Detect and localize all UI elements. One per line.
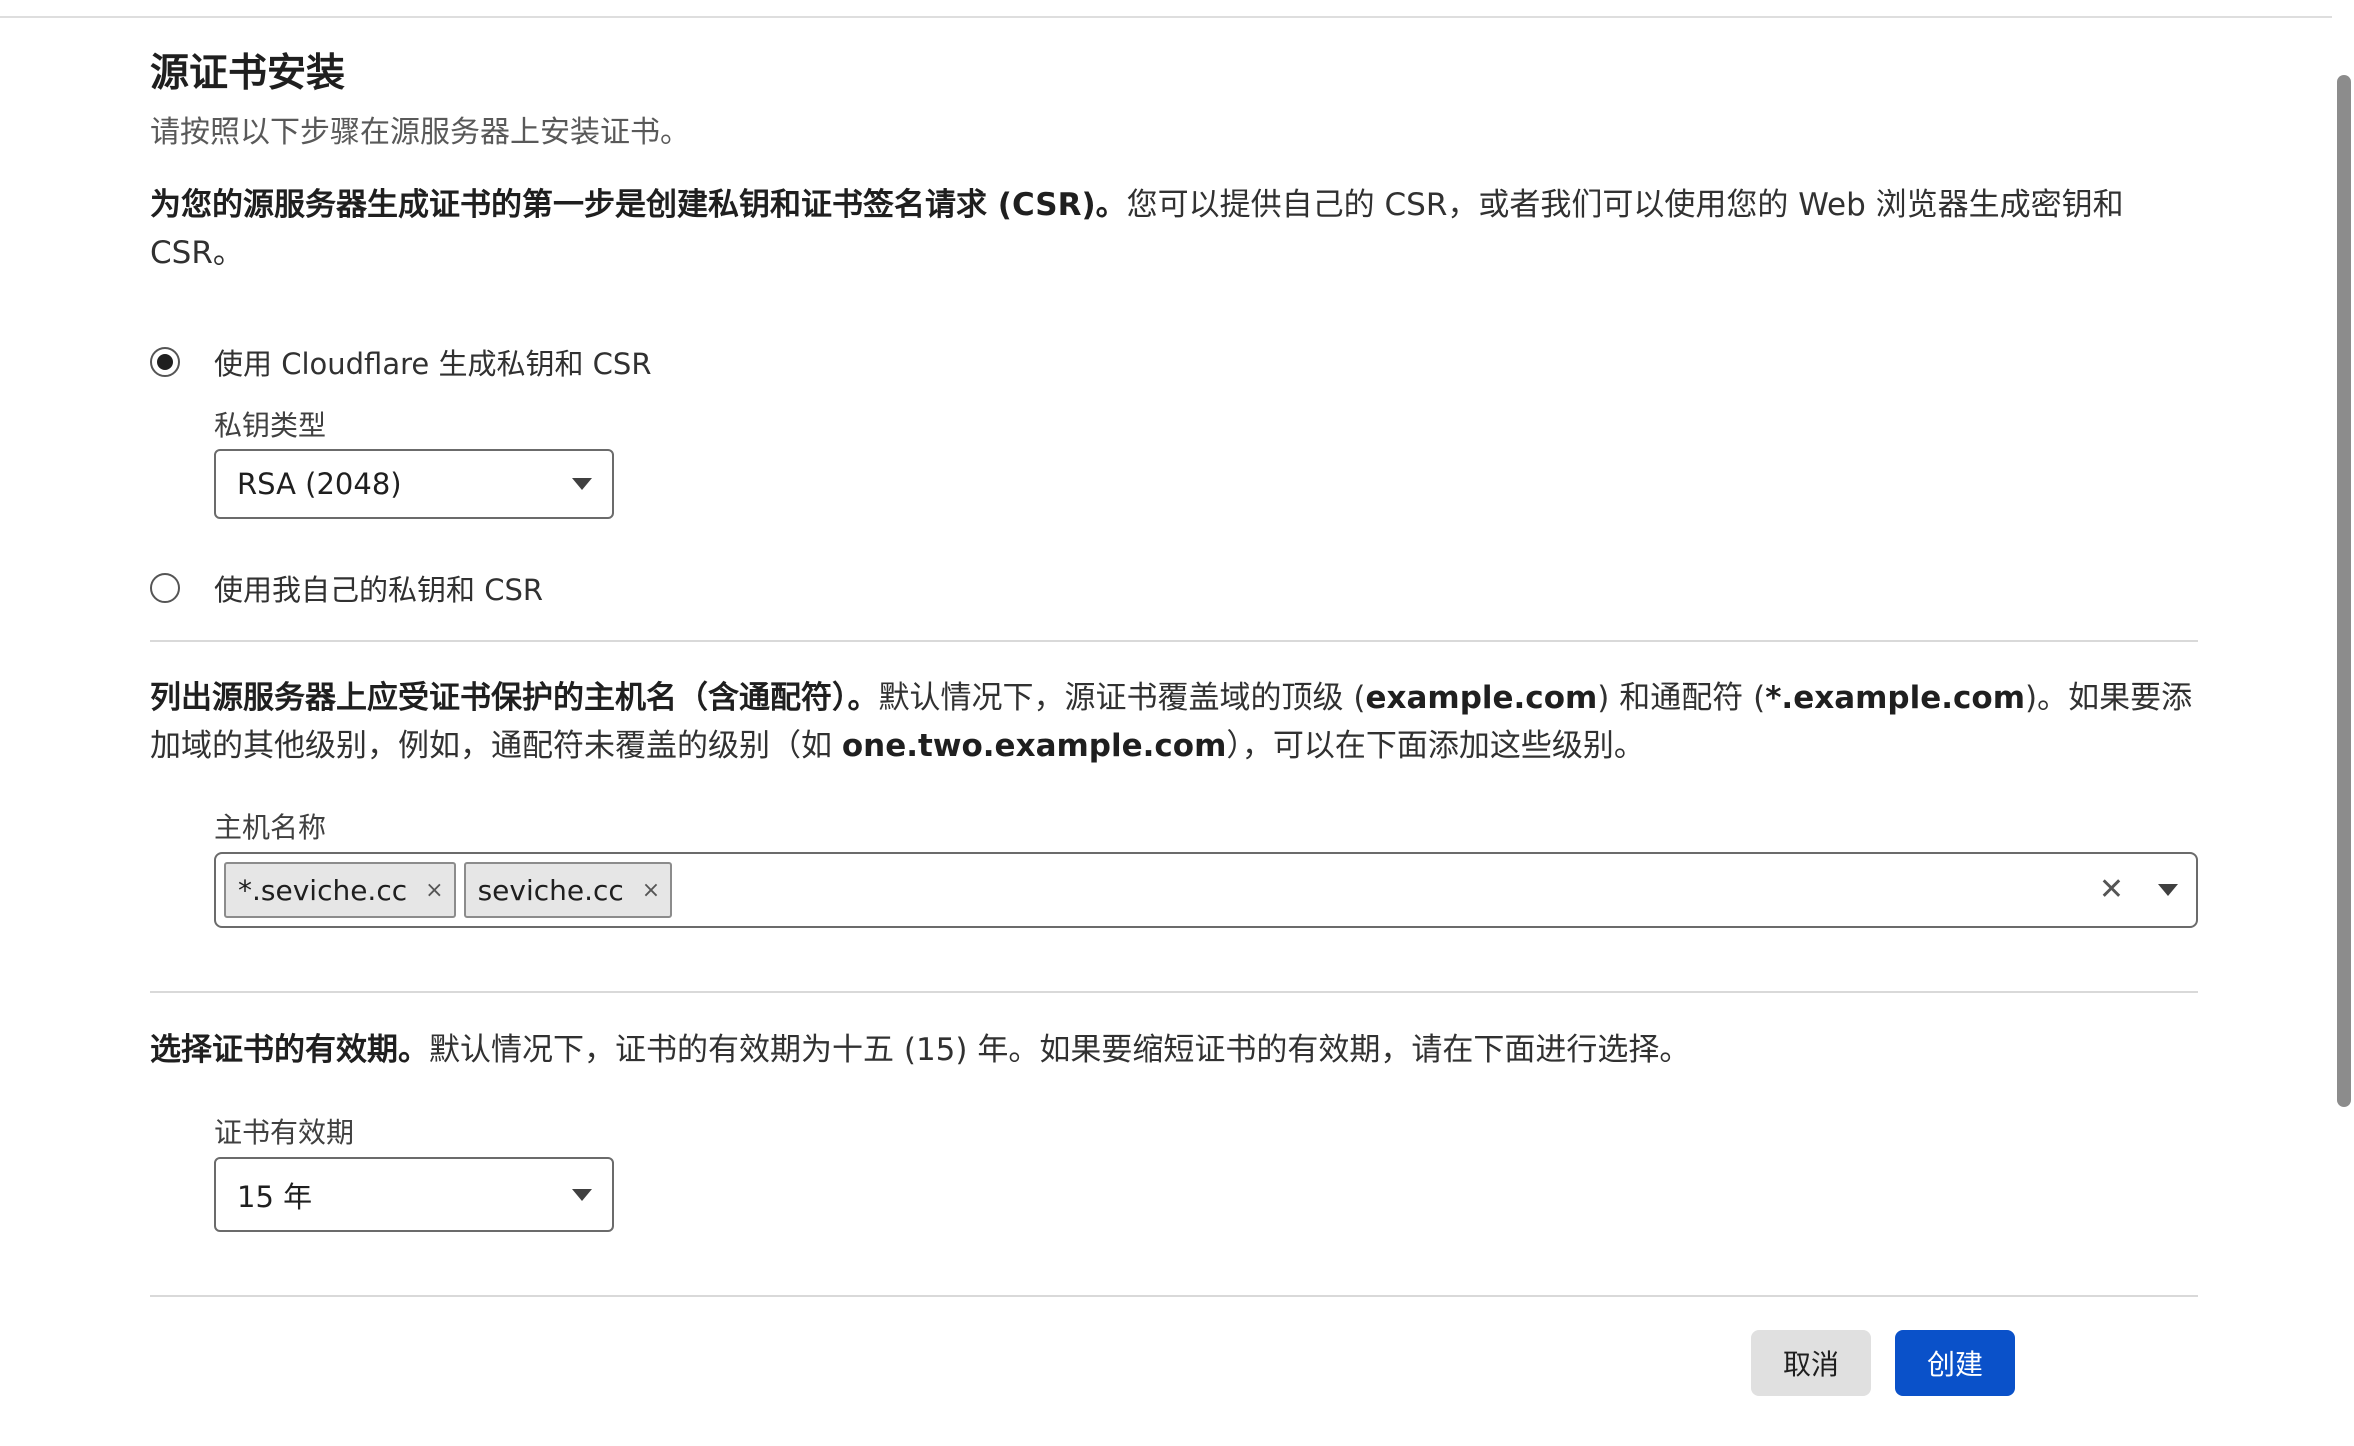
caret-down-icon [572, 1188, 592, 1201]
hostname-intro-text-4: ），可以在下面添加这些级别。 [1226, 728, 1645, 764]
scrollbar-thumb[interactable] [2337, 75, 2351, 1107]
caret-down-icon[interactable] [2158, 884, 2178, 896]
radio-own-label[interactable]: 使用我自己的私钥和 CSR [214, 567, 543, 609]
validity-label: 证书有效期 [214, 1116, 355, 1149]
scrollbar-track[interactable] [2332, 0, 2354, 1446]
validity-intro: 选择证书的有效期。默认情况下，证书的有效期为十五 (15) 年。如果要缩短证书的… [150, 1026, 2198, 1074]
hostname-multiselect[interactable]: *.seviche.cc × seviche.cc × ✕ [214, 852, 2198, 928]
csr-intro: 为您的源服务器生成证书的第一步是创建私钥和证书签名请求 (CSR)。您可以提供自… [150, 181, 2198, 277]
example-wildcard: *.example.com [1765, 680, 2026, 716]
create-button[interactable]: 创建 [1895, 1330, 2015, 1396]
origin-cert-page: 源证书安装 请按照以下步骤在源服务器上安装证书。 为您的源服务器生成证书的第一步… [0, 0, 2354, 1446]
key-type-select[interactable]: RSA (2048) [214, 449, 614, 519]
top-divider [0, 16, 2354, 18]
validity-value: 15 年 [237, 1179, 313, 1214]
remove-tag-icon[interactable]: × [642, 878, 660, 903]
key-type-label: 私钥类型 [214, 409, 327, 442]
validity-intro-bold: 选择证书的有效期。 [150, 1032, 429, 1068]
key-type-value: RSA (2048) [237, 467, 402, 501]
hostname-intro-bold: 列出源服务器上应受证书保护的主机名（含通配符）。 [150, 680, 879, 716]
radio-cloudflare-label[interactable]: 使用 Cloudflare 生成私钥和 CSR [214, 341, 651, 383]
remove-tag-icon[interactable]: × [425, 878, 443, 903]
hostname-intro: 列出源服务器上应受证书保护的主机名（含通配符）。默认情况下，源证书覆盖域的顶级 … [150, 674, 2198, 770]
hostname-tag: seviche.cc × [463, 862, 673, 918]
section-divider [150, 640, 2198, 642]
csr-intro-bold: 为您的源服务器生成证书的第一步是创建私钥和证书签名请求 (CSR)。 [150, 187, 1127, 223]
cancel-button[interactable]: 取消 [1751, 1330, 1871, 1396]
hostname-label: 主机名称 [214, 811, 327, 844]
validity-select[interactable]: 15 年 [214, 1157, 614, 1232]
radio-dot [157, 354, 173, 370]
hostname-intro-text-1: 默认情况下，源证书覆盖域的顶级 ( [878, 680, 1366, 716]
example-subdomain: one.two.example.com [841, 728, 1227, 764]
hostname-tag: *.seviche.cc × [224, 862, 456, 918]
caret-down-icon [572, 478, 592, 490]
page-title: 源证书安装 [150, 51, 346, 96]
clear-all-icon[interactable]: ✕ [2099, 872, 2124, 907]
radio-button-selected[interactable] [150, 347, 180, 377]
section-divider [150, 991, 2198, 993]
page-subtitle: 请按照以下步骤在源服务器上安装证书。 [150, 115, 690, 150]
example-apex: example.com [1365, 680, 1598, 716]
hostname-tag-label: *.seviche.cc [238, 873, 408, 907]
radio-own-csr[interactable]: 使用我自己的私钥和 CSR [150, 568, 543, 608]
hostname-intro-text-2: ) 和通配符 ( [1597, 680, 1766, 716]
footer-divider [150, 1295, 2198, 1297]
hostname-tag-label: seviche.cc [477, 873, 624, 907]
radio-cloudflare-csr[interactable]: 使用 Cloudflare 生成私钥和 CSR [150, 342, 651, 382]
validity-intro-text: 默认情况下，证书的有效期为十五 (15) 年。如果要缩短证书的有效期，请在下面进… [429, 1032, 1691, 1068]
radio-button-unselected[interactable] [150, 573, 180, 603]
